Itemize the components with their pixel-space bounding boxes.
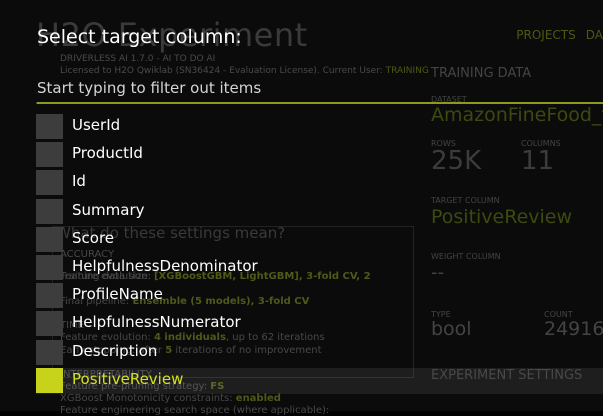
column-option-checkbox[interactable] <box>36 170 63 196</box>
column-option[interactable]: Summary <box>36 198 603 225</box>
column-option-label: HelpfulnessNumerator <box>72 313 241 332</box>
column-option[interactable]: Id <box>36 170 603 196</box>
column-option-checkbox[interactable] <box>36 367 63 393</box>
column-option-checkbox[interactable] <box>36 142 63 168</box>
column-option-checkbox[interactable] <box>36 255 63 280</box>
column-option[interactable]: Description <box>36 339 603 366</box>
column-option-label: Summary <box>72 200 145 219</box>
column-option[interactable]: UserId <box>36 114 603 140</box>
column-option-label: HelpfulnessDenominator <box>72 257 258 275</box>
column-option-checkbox[interactable] <box>36 198 63 224</box>
column-option-checkbox[interactable] <box>36 311 63 337</box>
column-option-checkbox[interactable] <box>36 283 63 309</box>
select-target-column-dialog: Select target column: UserId ProductId Id S… <box>0 0 603 411</box>
column-option-label: UserId <box>72 116 121 134</box>
dialog-title: Select target column: <box>37 26 242 48</box>
column-option-checkbox[interactable] <box>36 226 63 252</box>
filter-input[interactable] <box>37 74 603 104</box>
column-option-label: Score <box>72 228 115 247</box>
column-option-label: Description <box>72 341 158 360</box>
column-option[interactable]: ProductId <box>36 142 603 168</box>
column-option-checkbox[interactable] <box>36 339 63 365</box>
column-option-checkbox[interactable] <box>36 114 63 139</box>
column-option[interactable]: PositiveReview <box>36 367 603 394</box>
column-option-label: PositiveReview <box>72 369 184 388</box>
column-option[interactable]: Score <box>36 226 603 253</box>
column-option[interactable]: HelpfulnessNumerator <box>36 311 603 337</box>
column-option[interactable]: HelpfulnessDenominator <box>36 255 603 281</box>
column-option-label: Id <box>72 172 86 191</box>
column-option-label: ProductId <box>72 144 143 163</box>
column-option[interactable]: ProfileName <box>36 283 603 309</box>
column-option-label: ProfileName <box>72 285 163 304</box>
